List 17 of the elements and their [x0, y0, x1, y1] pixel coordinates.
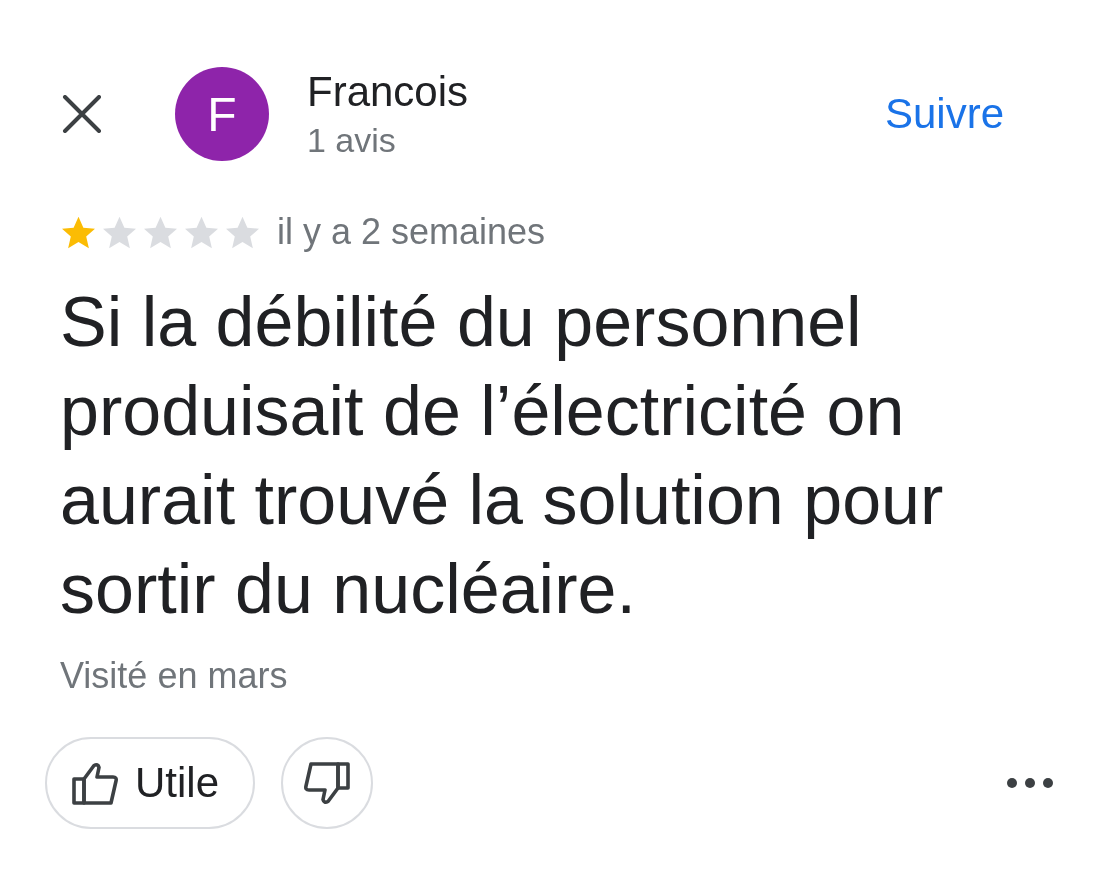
- star-icon: [185, 215, 218, 249]
- helpful-button[interactable]: Utile: [45, 737, 256, 829]
- close-icon[interactable]: [62, 95, 102, 133]
- visit-date: Visité en mars: [60, 654, 289, 697]
- author-name: Francois: [307, 68, 469, 115]
- avatar: F: [175, 67, 269, 161]
- star-icon: [103, 215, 136, 249]
- star-icon: [144, 215, 177, 249]
- review-time: il y a 2 semaines: [277, 211, 546, 253]
- review-text: Si la débilité du personnel produisait de l’électricité on aurait trouvé la solution pour sortir du nucléaire.: [60, 282, 945, 630]
- star-icon: [226, 215, 259, 249]
- follow-button[interactable]: Suivre: [884, 90, 1004, 138]
- review-count: 1 avis: [307, 119, 397, 160]
- thumbs-down-icon: [304, 761, 351, 805]
- more-options-icon[interactable]: [1007, 778, 1053, 788]
- thumbs-up-icon: [72, 761, 118, 805]
- star-icon: [62, 215, 95, 249]
